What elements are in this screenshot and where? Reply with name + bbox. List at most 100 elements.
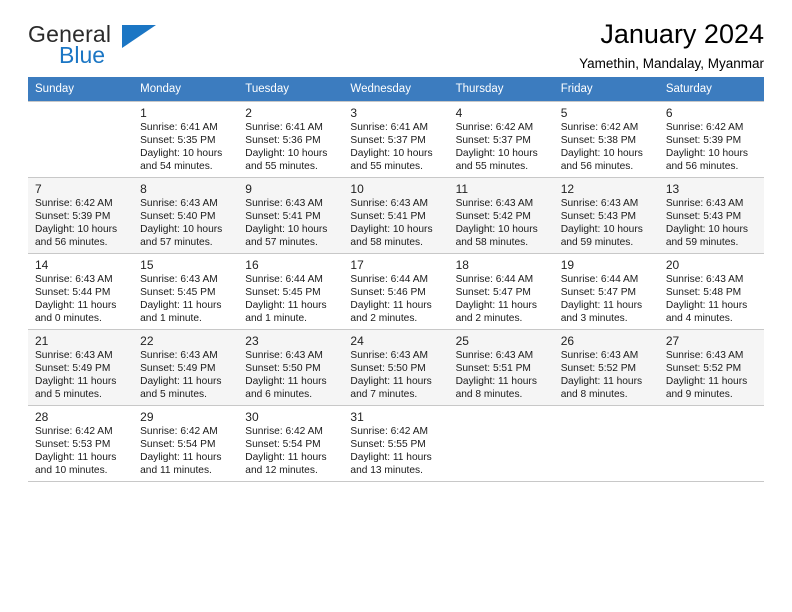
day-cell[interactable]: 27 Sunrise: 6:43 AM Sunset: 5:52 PM Dayl… [658,329,764,406]
day-cell[interactable]: 25 Sunrise: 6:43 AM Sunset: 5:51 PM Dayl… [448,329,554,406]
day-cell[interactable]: 3 Sunrise: 6:41 AM Sunset: 5:37 PM Dayli… [343,101,449,178]
day-number: 18 [455,258,469,272]
day-number: 14 [35,258,49,272]
calendar-week-row: 1 Sunrise: 6:41 AM Sunset: 5:35 PM Dayli… [28,101,764,178]
day-sun-info: Sunrise: 6:44 AM Sunset: 5:47 PM Dayligh… [560,274,643,325]
day-number: 6 [665,106,673,120]
day-cell[interactable]: 30 Sunrise: 6:42 AM Sunset: 5:54 PM Dayl… [238,405,344,482]
day-sun-info: Sunrise: 6:44 AM Sunset: 5:46 PM Dayligh… [350,274,432,325]
day-cell[interactable]: 24 Sunrise: 6:43 AM Sunset: 5:50 PM Dayl… [343,329,449,406]
day-sun-info: Sunrise: 6:43 AM Sunset: 5:44 PM Dayligh… [35,274,117,325]
day-sun-info: Sunrise: 6:42 AM Sunset: 5:53 PM Dayligh… [35,426,117,477]
day-sun-info: Sunrise: 6:43 AM Sunset: 5:50 PM Dayligh… [350,350,432,401]
day-number: 17 [350,258,364,272]
day-cell[interactable]: 26 Sunrise: 6:43 AM Sunset: 5:52 PM Dayl… [553,329,659,406]
day-cell[interactable]: 2 Sunrise: 6:41 AM Sunset: 5:36 PM Dayli… [238,101,344,178]
day-sun-info: Sunrise: 6:42 AM Sunset: 5:38 PM Dayligh… [560,122,643,173]
day-cell[interactable]: 31 Sunrise: 6:42 AM Sunset: 5:55 PM Dayl… [343,405,449,482]
weekday-header-monday: Monday [133,77,239,102]
day-cell[interactable]: 12 Sunrise: 6:43 AM Sunset: 5:43 PM Dayl… [553,177,659,254]
calendar-week-row: 14 Sunrise: 6:43 AM Sunset: 5:44 PM Dayl… [28,253,764,330]
day-number: 27 [665,334,680,348]
day-cell[interactable]: 13 Sunrise: 6:43 AM Sunset: 5:43 PM Dayl… [658,177,764,254]
day-cell[interactable]: 21 Sunrise: 6:43 AM Sunset: 5:49 PM Dayl… [28,329,134,406]
day-number: 25 [455,334,469,348]
day-number: 11 [455,182,469,196]
day-cell[interactable]: 17 Sunrise: 6:44 AM Sunset: 5:46 PM Dayl… [343,253,449,330]
day-cell[interactable]: 5 Sunrise: 6:42 AM Sunset: 5:38 PM Dayli… [553,101,659,178]
weekday-header-tuesday: Tuesday [238,77,344,102]
day-sun-info: Sunrise: 6:43 AM Sunset: 5:50 PM Dayligh… [245,350,327,401]
general-blue-logo[interactable]: General Blue [28,22,208,70]
day-sun-info: Sunrise: 6:43 AM Sunset: 5:43 PM Dayligh… [665,198,748,249]
day-number: 7 [35,182,42,196]
day-sun-info: Sunrise: 6:41 AM Sunset: 5:36 PM Dayligh… [245,122,328,173]
day-number: 24 [350,334,364,348]
day-cell[interactable]: 6 Sunrise: 6:42 AM Sunset: 5:39 PM Dayli… [658,101,764,178]
logo-text-general: General [28,21,112,47]
day-number: 3 [350,106,358,120]
day-cell[interactable]: 22 Sunrise: 6:43 AM Sunset: 5:49 PM Dayl… [133,329,239,406]
logo-triangle-icon [122,25,156,48]
day-cell[interactable]: 9 Sunrise: 6:43 AM Sunset: 5:41 PM Dayli… [238,177,344,254]
day-number: 28 [35,410,49,424]
calendar-body: 1 Sunrise: 6:41 AM Sunset: 5:35 PM Dayli… [28,101,764,482]
day-cell[interactable]: 14 Sunrise: 6:43 AM Sunset: 5:44 PM Dayl… [28,253,134,330]
day-sun-info: Sunrise: 6:43 AM Sunset: 5:40 PM Dayligh… [140,198,223,249]
day-sun-info: Sunrise: 6:43 AM Sunset: 5:51 PM Dayligh… [455,350,537,401]
day-cell[interactable]: 28 Sunrise: 6:42 AM Sunset: 5:53 PM Dayl… [28,405,134,482]
day-cell [553,405,659,482]
day-cell[interactable]: 8 Sunrise: 6:43 AM Sunset: 5:40 PM Dayli… [133,177,239,254]
day-sun-info: Sunrise: 6:43 AM Sunset: 5:43 PM Dayligh… [560,198,643,249]
day-cell[interactable]: 11 Sunrise: 6:43 AM Sunset: 5:42 PM Dayl… [448,177,554,254]
day-number: 30 [245,410,259,424]
day-number: 1 [140,106,147,120]
day-cell[interactable]: 23 Sunrise: 6:43 AM Sunset: 5:50 PM Dayl… [238,329,344,406]
day-cell [28,101,134,178]
day-sun-info: Sunrise: 6:41 AM Sunset: 5:37 PM Dayligh… [350,122,433,173]
day-number: 15 [140,258,154,272]
day-sun-info: Sunrise: 6:42 AM Sunset: 5:54 PM Dayligh… [140,426,222,477]
day-sun-info: Sunrise: 6:42 AM Sunset: 5:55 PM Dayligh… [350,426,432,477]
title-block: January 2024 Yamethin, Mandalay, Myanmar [579,18,764,74]
day-number: 13 [665,182,680,196]
day-number: 12 [560,182,575,196]
day-sun-info: Sunrise: 6:43 AM Sunset: 5:41 PM Dayligh… [350,198,433,249]
weekday-header-sunday: Sunday [28,77,134,102]
day-cell[interactable]: 20 Sunrise: 6:43 AM Sunset: 5:48 PM Dayl… [658,253,764,330]
day-number: 4 [455,106,463,120]
day-number: 22 [140,334,154,348]
weekday-header-wednesday: Wednesday [343,77,449,102]
page-title: January 2024 [600,19,764,49]
day-cell[interactable]: 18 Sunrise: 6:44 AM Sunset: 5:47 PM Dayl… [448,253,554,330]
day-number: 2 [245,106,252,120]
weekday-header-thursday: Thursday [448,77,554,102]
day-cell[interactable]: 29 Sunrise: 6:42 AM Sunset: 5:54 PM Dayl… [133,405,239,482]
day-cell [658,405,764,482]
day-sun-info: Sunrise: 6:44 AM Sunset: 5:45 PM Dayligh… [245,274,327,325]
weekday-header-friday: Friday [553,77,659,102]
day-sun-info: Sunrise: 6:43 AM Sunset: 5:49 PM Dayligh… [35,350,117,401]
day-sun-info: Sunrise: 6:41 AM Sunset: 5:35 PM Dayligh… [140,122,223,173]
calendar-week-row: 7 Sunrise: 6:42 AM Sunset: 5:39 PM Dayli… [28,177,764,254]
day-cell[interactable]: 1 Sunrise: 6:41 AM Sunset: 5:35 PM Dayli… [133,101,239,178]
day-cell[interactable]: 15 Sunrise: 6:43 AM Sunset: 5:45 PM Dayl… [133,253,239,330]
day-sun-info: Sunrise: 6:42 AM Sunset: 5:54 PM Dayligh… [245,426,327,477]
day-number: 26 [560,334,575,348]
day-sun-info: Sunrise: 6:43 AM Sunset: 5:49 PM Dayligh… [140,350,222,401]
day-number: 10 [350,182,364,196]
day-number: 29 [140,410,154,424]
day-sun-info: Sunrise: 6:43 AM Sunset: 5:42 PM Dayligh… [455,198,538,249]
day-cell[interactable]: 19 Sunrise: 6:44 AM Sunset: 5:47 PM Dayl… [553,253,659,330]
day-cell[interactable]: 16 Sunrise: 6:44 AM Sunset: 5:45 PM Dayl… [238,253,344,330]
day-sun-info: Sunrise: 6:42 AM Sunset: 5:39 PM Dayligh… [35,198,118,249]
calendar-table: Sunday Monday Tuesday Wednesday Thursday… [28,77,764,482]
day-number: 8 [140,182,147,196]
day-cell[interactable]: 4 Sunrise: 6:42 AM Sunset: 5:37 PM Dayli… [448,101,554,178]
day-number: 5 [560,106,568,120]
day-cell [448,405,554,482]
day-cell[interactable]: 7 Sunrise: 6:42 AM Sunset: 5:39 PM Dayli… [28,177,134,254]
day-number: 23 [245,334,259,348]
day-cell[interactable]: 10 Sunrise: 6:43 AM Sunset: 5:41 PM Dayl… [343,177,449,254]
day-sun-info: Sunrise: 6:42 AM Sunset: 5:39 PM Dayligh… [665,122,748,173]
